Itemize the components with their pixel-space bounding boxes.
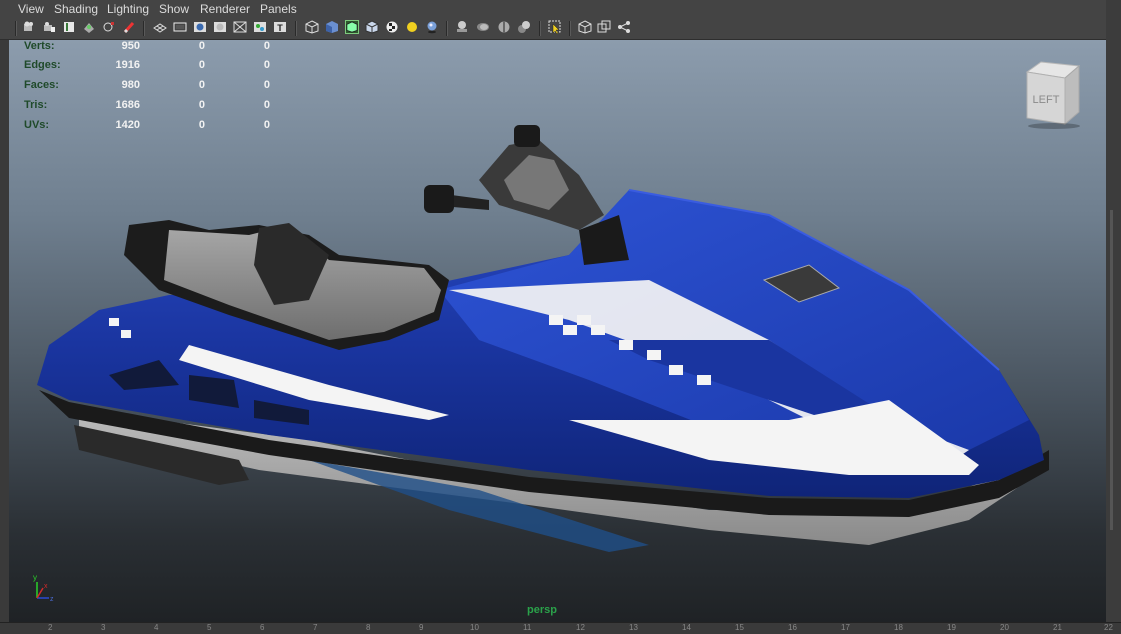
- panel-toolbar: T: [0, 17, 1121, 40]
- camera-attributes-icon[interactable]: [42, 20, 56, 34]
- toolbar-separator: [295, 21, 297, 36]
- axis-z-label: z: [50, 596, 54, 603]
- handlebar-top-grip: [514, 125, 540, 147]
- handlebar-grip-end: [424, 185, 454, 213]
- ruler-number: 7: [313, 623, 318, 632]
- panel-menu-bar: View Shading Lighting Show Renderer Pane…: [0, 0, 1121, 17]
- hud-value: 1916: [115, 59, 140, 71]
- camera-name-label: persp: [527, 604, 557, 616]
- ruler-number: 19: [947, 623, 956, 632]
- ruler-number: 13: [629, 623, 638, 632]
- toolbar-separator: [15, 21, 17, 36]
- view-cube-label: LEFT: [1033, 94, 1060, 106]
- safe-action-icon[interactable]: [253, 20, 267, 34]
- ruler-number: 9: [419, 623, 424, 632]
- wireframe-on-shaded-icon[interactable]: [345, 20, 359, 34]
- ruler-number: 11: [523, 623, 532, 632]
- toolbar-separator: [569, 21, 571, 36]
- hud-value: 0: [198, 59, 205, 71]
- ruler-number: 17: [841, 623, 850, 632]
- jet-ski-model[interactable]: [9, 40, 1106, 622]
- right-scrollbar[interactable]: [1110, 210, 1113, 530]
- axis-y-label: y: [33, 573, 37, 582]
- menu-shading[interactable]: Shading: [54, 2, 98, 16]
- hud-label: Edges:: [24, 59, 61, 71]
- ruler-number: 2: [48, 623, 53, 632]
- ruler-number: 22: [1104, 623, 1113, 632]
- motion-blur-icon[interactable]: [476, 20, 490, 34]
- xray-joints-icon[interactable]: [597, 20, 611, 34]
- hud-value: 1420: [115, 119, 140, 131]
- hud-value: 980: [121, 79, 140, 91]
- toolbar-separator: [539, 21, 541, 36]
- ruler-number: 6: [260, 623, 265, 632]
- film-gate-icon[interactable]: [173, 20, 187, 34]
- ruler-number: 12: [576, 623, 585, 632]
- hud-value: 0: [198, 79, 205, 91]
- xray-icon[interactable]: [578, 20, 592, 34]
- left-panel-frame: [0, 40, 9, 633]
- hud-value: 0: [263, 40, 270, 52]
- hud-value: 0: [263, 59, 270, 71]
- shadows-icon[interactable]: [425, 20, 439, 34]
- menu-show[interactable]: Show: [159, 2, 189, 16]
- menu-renderer[interactable]: Renderer: [200, 2, 250, 16]
- field-chart-icon[interactable]: [233, 20, 247, 34]
- hud-value: 0: [198, 40, 205, 52]
- gate-mask-icon[interactable]: [213, 20, 227, 34]
- svg-text:T: T: [277, 23, 283, 33]
- ruler-number: 20: [1000, 623, 1009, 632]
- ruler-number: 8: [366, 623, 371, 632]
- screen-space-ao-icon[interactable]: [455, 20, 469, 34]
- select-camera-icon[interactable]: [22, 20, 36, 34]
- wireframe-icon[interactable]: [305, 20, 319, 34]
- xray-components-icon[interactable]: [617, 20, 631, 34]
- view-cube[interactable]: LEFT: [1021, 60, 1085, 130]
- right-panel-frame: [1106, 0, 1121, 633]
- ruler-number: 21: [1053, 623, 1062, 632]
- ruler-number: 5: [207, 623, 212, 632]
- hud-label: Verts:: [24, 40, 55, 52]
- ruler-number: 16: [788, 623, 797, 632]
- menu-panels[interactable]: Panels: [260, 2, 297, 16]
- toolbar-separator: [143, 21, 145, 36]
- ruler-number: 3: [101, 623, 106, 632]
- hud-value: 0: [263, 99, 270, 111]
- axis-x-label: x: [44, 583, 48, 590]
- 2d-pan-zoom-icon[interactable]: [102, 20, 116, 34]
- safe-title-icon[interactable]: T: [273, 20, 287, 34]
- grid-icon[interactable]: [153, 20, 167, 34]
- hud-value: 0: [198, 99, 205, 111]
- resolution-gate-icon[interactable]: [193, 20, 207, 34]
- hud-value: 0: [198, 119, 205, 131]
- ruler-number: 18: [894, 623, 903, 632]
- grease-pencil-icon[interactable]: [122, 20, 136, 34]
- depth-of-field-icon[interactable]: [517, 20, 531, 34]
- image-plane-icon[interactable]: [82, 20, 96, 34]
- hud-label: Tris:: [24, 99, 48, 111]
- multisample-aa-icon[interactable]: [497, 20, 511, 34]
- bookmark-icon[interactable]: [62, 20, 76, 34]
- hud-value: 0: [263, 79, 270, 91]
- hud-value: 950: [121, 40, 140, 52]
- hud-label: Faces:: [24, 79, 59, 91]
- bounding-box-icon[interactable]: [365, 20, 379, 34]
- menu-lighting[interactable]: Lighting: [107, 2, 149, 16]
- textured-icon[interactable]: [385, 20, 399, 34]
- menu-view[interactable]: View: [18, 2, 44, 16]
- isolate-select-icon[interactable]: [548, 20, 562, 34]
- use-all-lights-icon[interactable]: [405, 20, 419, 34]
- smooth-shade-icon[interactable]: [325, 20, 339, 34]
- toolbar-separator: [446, 21, 448, 36]
- ruler-number: 10: [470, 623, 479, 632]
- hud-value: 0: [263, 119, 270, 131]
- perspective-viewport[interactable]: Verts: 950 0 0 Edges: 1916 0 0 Faces: 98…: [9, 40, 1106, 622]
- ruler-number: 14: [682, 623, 691, 632]
- hud-value: 1686: [115, 99, 140, 111]
- ruler-number: 15: [735, 623, 744, 632]
- time-slider-ruler[interactable]: 2 3 4 5 6 7 8 9 10 11 12 13 14 15 16 17 …: [0, 622, 1121, 634]
- ruler-number: 4: [154, 623, 159, 632]
- hud-label: UVs:: [24, 119, 50, 131]
- axis-gizmo: y x z: [33, 573, 54, 603]
